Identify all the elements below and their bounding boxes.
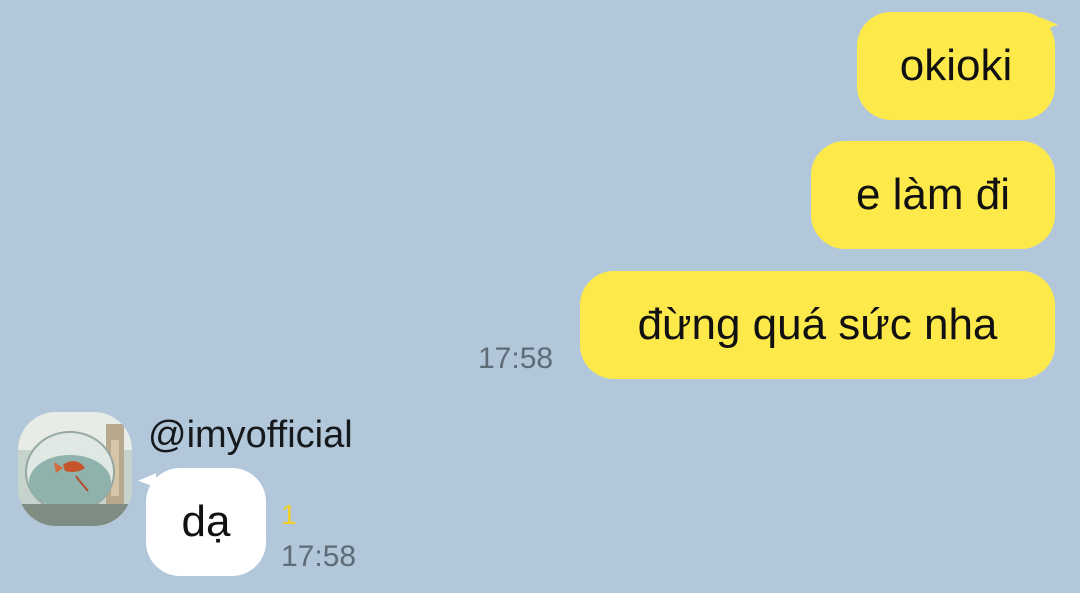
chat-area: okioki e làm đi đừng quá sức nha 17:58 @… [0,0,1080,593]
message-text: đừng quá sức nha [637,300,998,349]
sender-name[interactable]: @imyofficial [148,416,353,454]
message-text: okioki [899,41,1013,90]
outgoing-message[interactable]: e làm đi [811,141,1055,249]
goldfish-bowl-icon [18,412,132,526]
message-timestamp: 17:58 [478,342,554,375]
outgoing-message[interactable]: okioki [857,12,1055,120]
message-timestamp: 17:58 [281,540,357,573]
outgoing-message[interactable]: đừng quá sức nha [580,271,1055,379]
message-text: dạ [181,497,231,546]
incoming-message[interactable]: dạ [146,468,266,576]
unread-count: 1 [281,499,297,530]
message-text: e làm đi [855,170,1011,219]
avatar[interactable] [18,412,132,526]
